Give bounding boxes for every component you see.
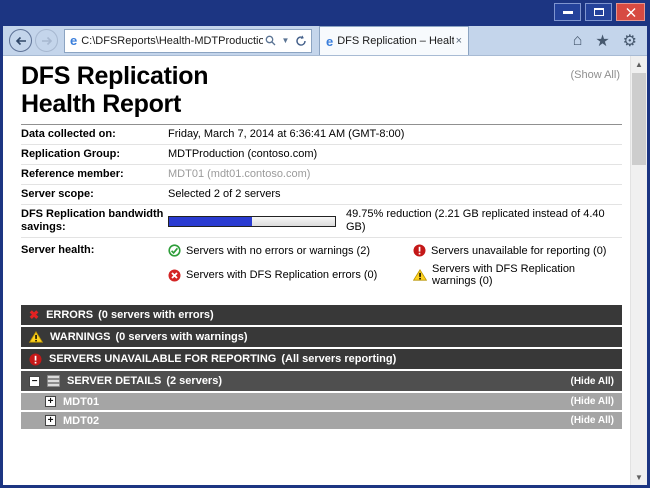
health-item-ok: Servers with no errors or warnings (2)	[168, 244, 413, 257]
server-row-mdt02[interactable]: + MDT02 (Hide All)	[21, 412, 622, 429]
section-title: ERRORS	[46, 309, 93, 321]
toolbar-icons: ⌂ ★ ⚙	[573, 31, 647, 51]
page-title: DFS Replication Health Report	[21, 62, 622, 118]
field-row-data-collected: Data collected on: Friday, March 7, 2014…	[21, 125, 622, 145]
unavailable-circle-icon	[29, 353, 42, 366]
browser-toolbar: e C:\DFSReports\Health-MDTProduction-07M…	[3, 26, 647, 56]
maximize-icon	[594, 8, 604, 16]
field-label: Reference member:	[21, 168, 168, 181]
section-servers-unavailable[interactable]: SERVERS UNAVAILABLE FOR REPORTING (All s…	[21, 349, 622, 369]
health-item-unavailable: Servers unavailable for reporting (0)	[413, 244, 622, 257]
bandwidth-progress-bar	[168, 216, 336, 227]
collapse-minus-box[interactable]: −	[29, 376, 40, 387]
page-content: DFS Replication Health Report (Show All)…	[3, 56, 647, 485]
maximize-button[interactable]	[585, 3, 612, 21]
server-row-mdt01[interactable]: + MDT01 (Hide All)	[21, 393, 622, 410]
report-page: DFS Replication Health Report (Show All)…	[3, 56, 630, 485]
search-icon[interactable]	[263, 31, 278, 51]
browser-tab[interactable]: e DFS Replication – Health Re... ×	[319, 26, 469, 55]
address-bar[interactable]: e C:\DFSReports\Health-MDTProduction-07M…	[64, 29, 312, 53]
minimize-button[interactable]	[554, 3, 581, 21]
field-value: MDT01 (mdt01.contoso.com)	[168, 168, 310, 181]
hide-all-link[interactable]: (Hide All)	[570, 415, 614, 426]
forward-button[interactable]	[35, 29, 58, 52]
show-all-link[interactable]: (Show All)	[570, 69, 620, 81]
field-row-server-scope: Server scope: Selected 2 of 2 servers	[21, 185, 622, 205]
health-item-warnings: Servers with DFS Replication warnings (0…	[413, 263, 622, 287]
browser-window: e C:\DFSReports\Health-MDTProduction-07M…	[0, 0, 650, 488]
tab-close-icon[interactable]: ×	[454, 35, 464, 47]
title-bar	[0, 0, 650, 26]
section-errors[interactable]: ✖ ERRORS (0 servers with errors)	[21, 305, 622, 325]
field-value: MDTProduction (contoso.com)	[168, 148, 317, 161]
health-item-text: Servers with no errors or warnings (2)	[186, 245, 370, 257]
refresh-icon[interactable]	[293, 31, 308, 51]
chevron-down-icon[interactable]: ▼	[278, 31, 293, 51]
server-name: MDT01	[63, 396, 99, 408]
field-value: Friday, March 7, 2014 at 6:36:41 AM (GMT…	[168, 128, 404, 141]
scroll-up-arrow[interactable]: ▲	[631, 56, 647, 72]
minimize-icon	[563, 11, 573, 14]
tab-favicon-icon: e	[326, 34, 333, 49]
warning-triangle-icon	[29, 331, 43, 343]
home-icon[interactable]: ⌂	[573, 32, 583, 50]
ok-status-icon	[168, 244, 181, 257]
field-row-replication-group: Replication Group: MDTProduction (contos…	[21, 145, 622, 165]
scrollbar-thumb[interactable]	[632, 73, 646, 165]
hide-all-link[interactable]: (Hide All)	[570, 396, 614, 407]
section-warnings[interactable]: WARNINGS (0 servers with warnings)	[21, 327, 622, 347]
errors-x-icon: ✖	[29, 309, 39, 321]
field-row-bandwidth-savings: DFS Replication bandwidth savings: 49.75…	[21, 205, 622, 238]
field-row-reference-member: Reference member: MDT01 (mdt01.contoso.c…	[21, 165, 622, 185]
section-subtitle: (0 servers with errors)	[98, 309, 214, 321]
section-subtitle: (2 servers)	[166, 375, 222, 387]
vertical-scrollbar[interactable]: ▲ ▼	[630, 56, 647, 485]
section-subtitle: (0 servers with warnings)	[116, 331, 248, 343]
section-title: WARNINGS	[50, 331, 111, 343]
forward-arrow-icon	[41, 36, 53, 46]
section-subtitle: (All servers reporting)	[281, 353, 396, 365]
field-label: Server health:	[21, 244, 168, 257]
bandwidth-fill	[169, 217, 252, 226]
health-item-text: Servers with DFS Replication warnings (0…	[432, 263, 622, 287]
tab-title: DFS Replication – Health Re...	[337, 35, 453, 47]
bandwidth-text: 49.75% reduction (2.21 GB replicated ins…	[346, 208, 622, 234]
close-icon	[626, 8, 636, 17]
field-label: Server scope:	[21, 188, 168, 201]
server-health-grid: Servers with no errors or warnings (2) S…	[168, 244, 622, 287]
page-title-line1: DFS Replication	[21, 62, 622, 90]
warning-status-icon	[413, 269, 427, 281]
unavailable-status-icon	[413, 244, 426, 257]
field-label: DFS Replication bandwidth savings:	[21, 208, 168, 234]
favorites-star-icon[interactable]: ★	[595, 31, 609, 51]
section-title: SERVERS UNAVAILABLE FOR REPORTING	[49, 353, 276, 365]
settings-gear-icon[interactable]: ⚙	[623, 31, 637, 51]
server-name: MDT02	[63, 415, 99, 427]
back-arrow-icon	[15, 36, 27, 46]
health-item-errors: Servers with DFS Replication errors (0)	[168, 263, 413, 287]
back-button[interactable]	[9, 29, 32, 52]
field-row-server-health: Server health: Servers with no errors or…	[21, 238, 622, 293]
expand-plus-box[interactable]: +	[45, 396, 56, 407]
window-controls	[550, 3, 645, 21]
address-url[interactable]: C:\DFSReports\Health-MDTProduction-07M	[81, 35, 263, 47]
health-item-text: Servers unavailable for reporting (0)	[431, 245, 606, 257]
field-value: Selected 2 of 2 servers	[168, 188, 281, 201]
ie-favicon-icon: e	[70, 33, 77, 48]
close-button[interactable]	[616, 3, 645, 21]
field-label: Replication Group:	[21, 148, 168, 161]
page-title-line2: Health Report	[21, 90, 622, 118]
section-title: SERVER DETAILS	[67, 375, 161, 387]
error-status-icon	[168, 269, 181, 282]
scroll-down-arrow[interactable]: ▼	[631, 469, 647, 485]
section-server-details[interactable]: − SERVER DETAILS (2 servers) (Hide All)	[21, 371, 622, 391]
field-label: Data collected on:	[21, 128, 168, 141]
report-sections: ✖ ERRORS (0 servers with errors) WARNING…	[21, 305, 622, 429]
hide-all-link[interactable]: (Hide All)	[570, 376, 614, 387]
expand-plus-box[interactable]: +	[45, 415, 56, 426]
health-item-text: Servers with DFS Replication errors (0)	[186, 269, 377, 281]
server-stack-icon	[47, 375, 60, 387]
